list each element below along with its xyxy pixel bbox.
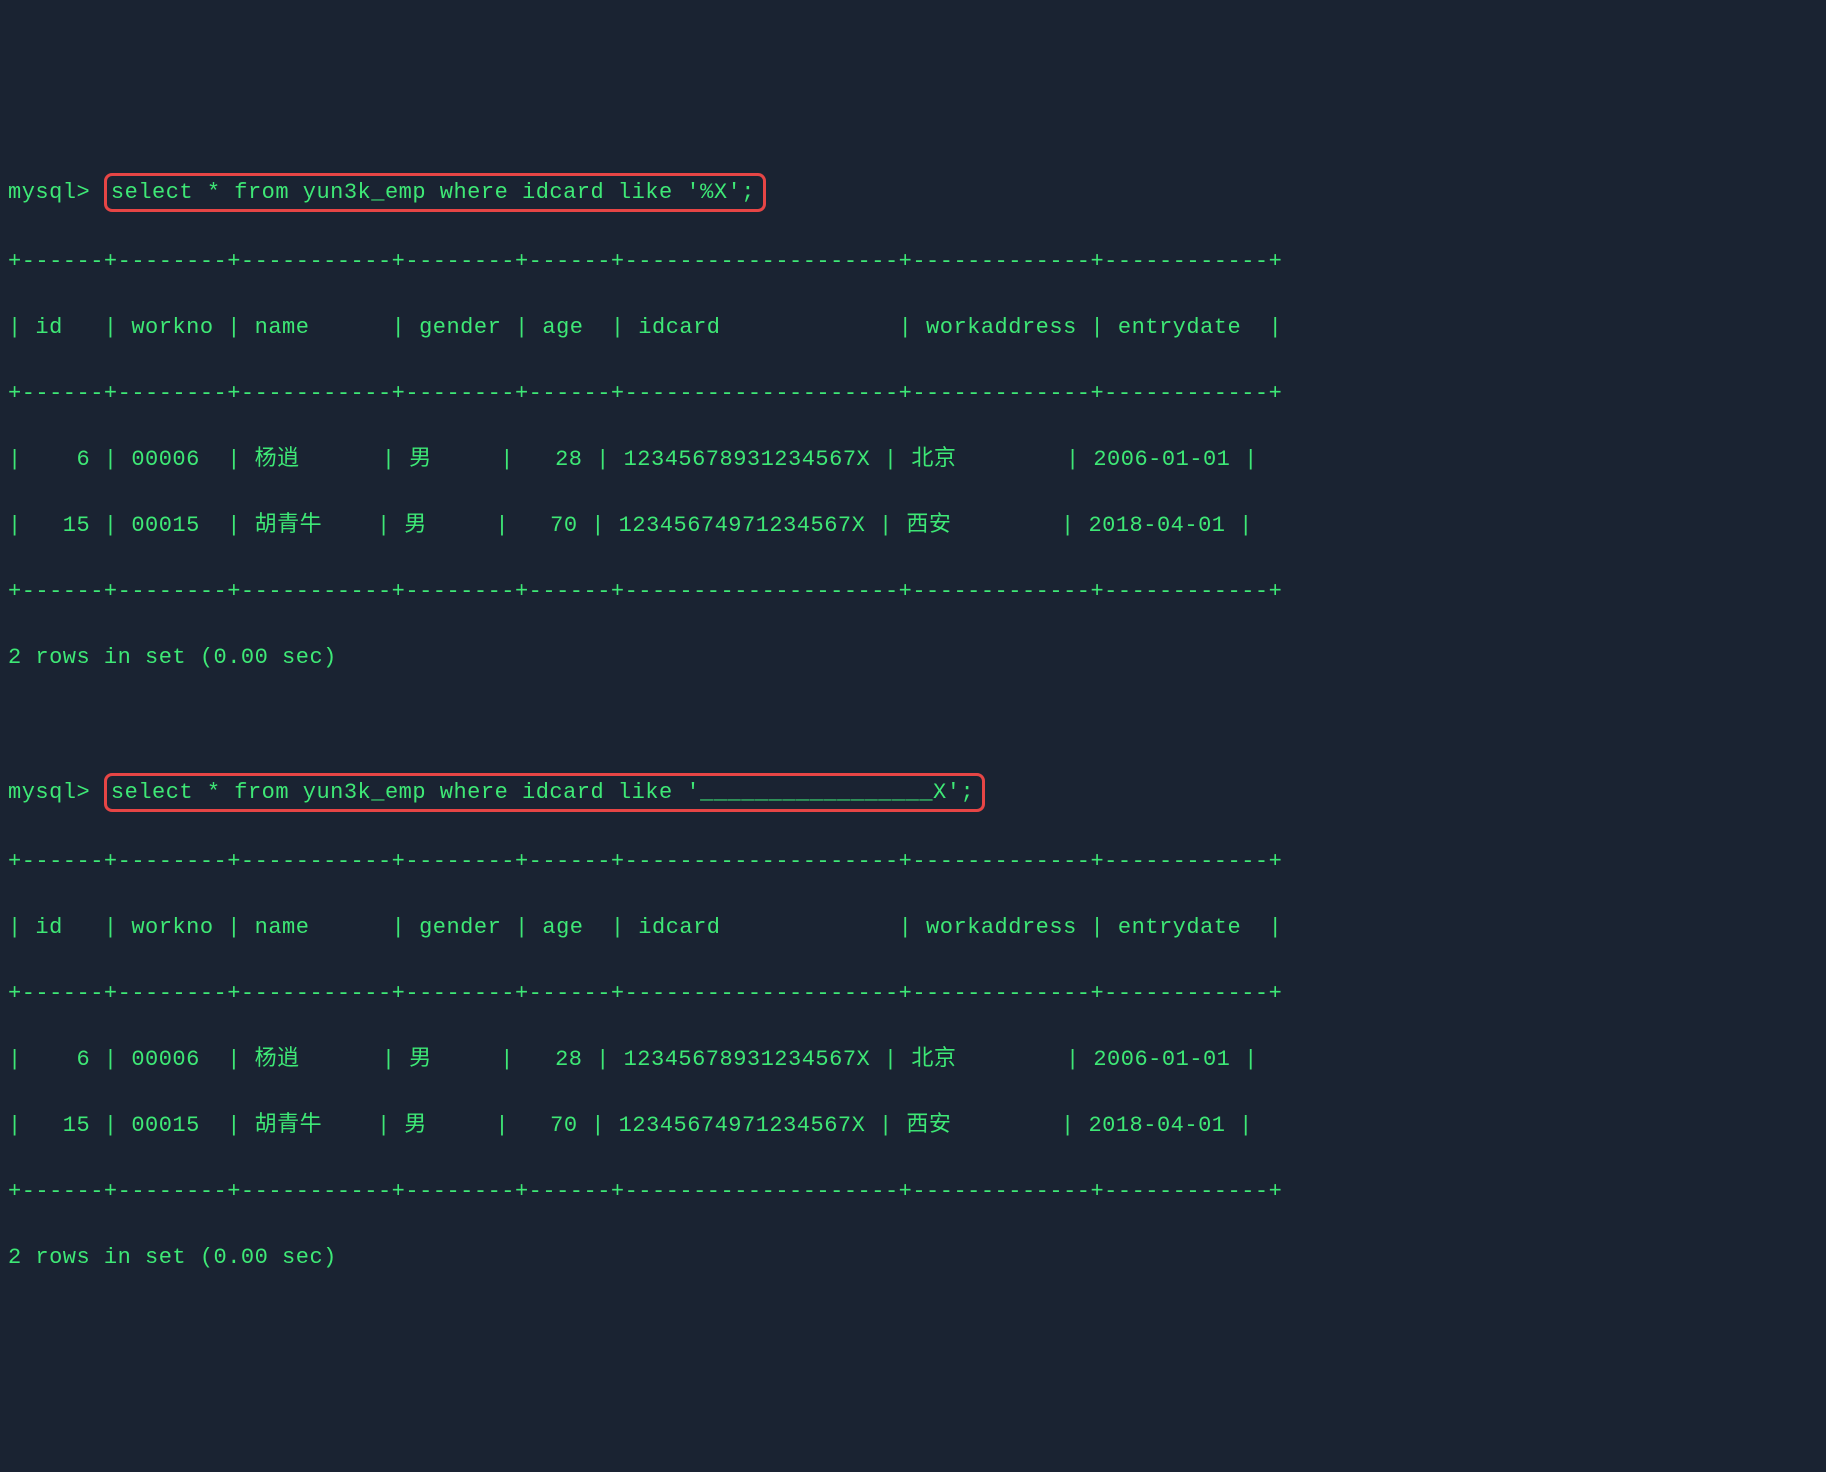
table-header-row: | id | workno | name | gender | age | id… <box>8 911 1818 944</box>
query-line-2: mysql> select * from yun3k_emp where idc… <box>8 773 1818 812</box>
result-summary: 2 rows in set (0.00 sec) <box>8 641 1818 674</box>
query-line-1: mysql> select * from yun3k_emp where idc… <box>8 173 1818 212</box>
table-header-row: | id | workno | name | gender | age | id… <box>8 311 1818 344</box>
mysql-prompt: mysql> <box>8 180 104 205</box>
terminal-output: mysql> select * from yun3k_emp where idc… <box>8 140 1818 1307</box>
table-row: | 6 | 00006 | 杨逍 | 男 | 28 | 123456789312… <box>8 443 1818 476</box>
mysql-prompt: mysql> <box>8 780 104 805</box>
table-border-mid: +------+--------+-----------+--------+--… <box>8 977 1818 1010</box>
table-row: | 6 | 00006 | 杨逍 | 男 | 28 | 123456789312… <box>8 1043 1818 1076</box>
table-border-bottom: +------+--------+-----------+--------+--… <box>8 1175 1818 1208</box>
table-row: | 15 | 00015 | 胡青牛 | 男 | 70 | 1234567497… <box>8 509 1818 542</box>
result-summary: 2 rows in set (0.00 sec) <box>8 1241 1818 1274</box>
table-border-mid: +------+--------+-----------+--------+--… <box>8 377 1818 410</box>
table-row: | 15 | 00015 | 胡青牛 | 男 | 70 | 1234567497… <box>8 1109 1818 1142</box>
highlighted-query-1: select * from yun3k_emp where idcard lik… <box>104 173 766 212</box>
table-border-top: +------+--------+-----------+--------+--… <box>8 845 1818 878</box>
highlighted-query-2: select * from yun3k_emp where idcard lik… <box>104 773 985 812</box>
blank-line <box>8 707 1818 740</box>
table-border-top: +------+--------+-----------+--------+--… <box>8 245 1818 278</box>
table-border-bottom: +------+--------+-----------+--------+--… <box>8 575 1818 608</box>
